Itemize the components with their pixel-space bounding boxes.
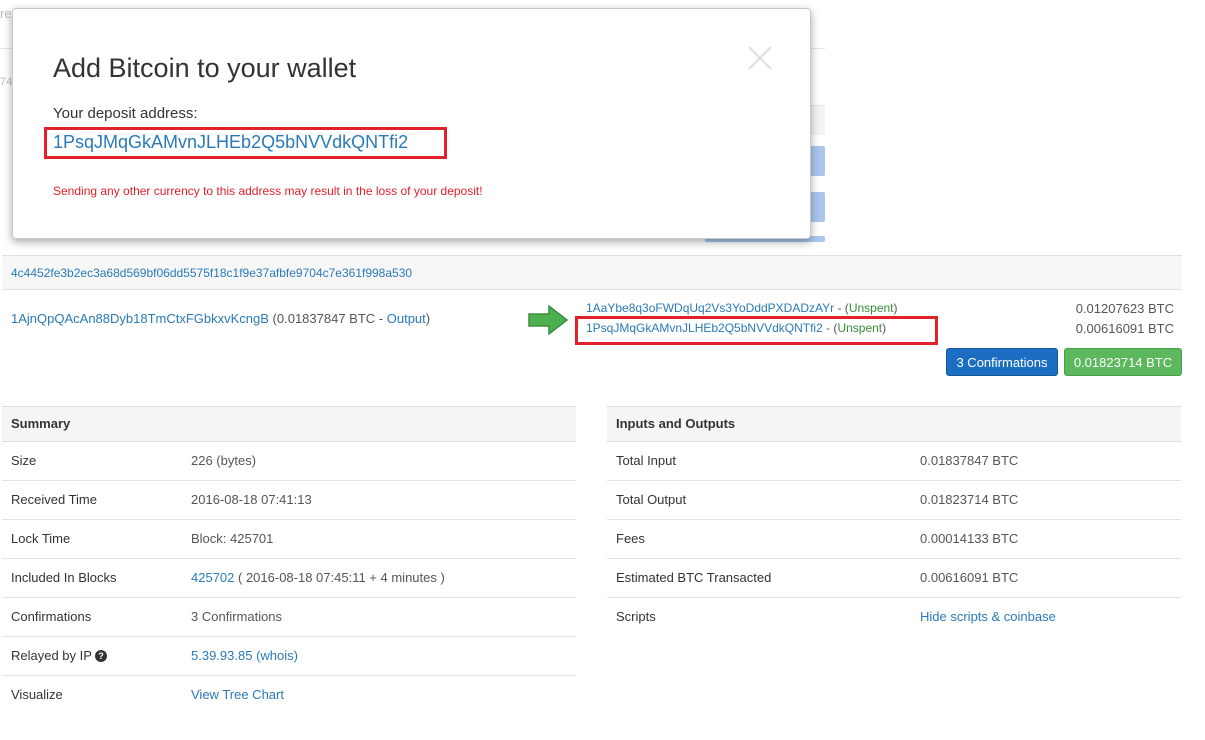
summary-row-lock-time: Lock Time Block: 425701 <box>2 520 576 559</box>
view-tree-chart-link[interactable]: View Tree Chart <box>191 687 284 702</box>
deposit-warning: Sending any other currency to this addre… <box>53 184 483 198</box>
arrow-right-icon <box>528 304 569 336</box>
summary-title: Summary <box>2 406 576 442</box>
summary-row-confirmations: Confirmations 3 Confirmations <box>2 598 576 637</box>
hide-scripts-link[interactable]: Hide scripts & coinbase <box>920 609 1056 624</box>
ip-link[interactable]: 5.39.93.85 <box>191 648 252 663</box>
row-key: Visualize <box>11 687 63 702</box>
output-highlight-box <box>575 316 938 345</box>
block-time: ( 2016-08-18 07:45:11 + 4 minutes ) <box>234 570 445 585</box>
transaction-header: 4c4452fe3b2ec3a68d569bf06dd5575f18c1f9e3… <box>2 255 1182 290</box>
row-key: Lock Time <box>11 531 71 546</box>
row-value: 0.01837847 BTC <box>920 453 1019 468</box>
row-value: Block: 425701 <box>191 531 274 546</box>
io-row-scripts: Scripts Hide scripts & coinbase <box>607 598 1181 637</box>
row-key: Scripts <box>616 609 656 624</box>
question-circle-icon[interactable]: ? <box>94 650 107 662</box>
input-address-link[interactable]: 1AjnQpQAcAn88Dyb18TmCtxFGbkxvKcngB <box>11 311 269 326</box>
output-separator-close: ) <box>893 301 898 315</box>
add-bitcoin-modal: Add Bitcoin to your wallet Your deposit … <box>12 8 811 239</box>
row-value: Hide scripts & coinbase <box>920 598 1056 636</box>
io-row-estimated-btc: Estimated BTC Transacted 0.00616091 BTC <box>607 559 1181 598</box>
io-title: Inputs and Outputs <box>607 406 1181 442</box>
summary-panel: Summary Size 226 (bytes) Received Time 2… <box>2 406 576 715</box>
input-output-link[interactable]: Output <box>387 311 426 326</box>
summary-row-size: Size 226 (bytes) <box>2 442 576 481</box>
transaction-input: 1AjnQpQAcAn88Dyb18TmCtxFGbkxvKcngB (0.01… <box>11 311 430 326</box>
row-key-label: Relayed by IP <box>11 648 92 663</box>
row-key: Estimated BTC Transacted <box>616 570 772 585</box>
row-value: 0.01823714 BTC <box>920 492 1019 507</box>
output-row: 1AaYbe8q3oFWDqUq2Vs3YoDddPXDADzAYr - (Un… <box>586 301 898 315</box>
summary-row-received-time: Received Time 2016-08-18 07:41:13 <box>2 481 576 520</box>
row-value: 0.00616091 BTC <box>920 570 1019 585</box>
whois-link[interactable]: (whois) <box>252 648 298 663</box>
output-address-link[interactable]: 1AaYbe8q3oFWDqUq2Vs3YoDddPXDADzAYr <box>586 301 834 315</box>
io-row-total-input: Total Input 0.01837847 BTC <box>607 442 1181 481</box>
row-value: View Tree Chart <box>191 676 284 714</box>
modal-title: Add Bitcoin to your wallet <box>53 53 357 83</box>
row-key: Fees <box>616 531 645 546</box>
transaction-hash-link[interactable]: 4c4452fe3b2ec3a68d569bf06dd5575f18c1f9e3… <box>11 266 412 280</box>
output-status: Unspent <box>848 301 894 315</box>
summary-row-visualize: Visualize View Tree Chart <box>2 676 576 715</box>
background-fragment: re <box>0 6 12 21</box>
deposit-address-label: Your deposit address: <box>53 105 198 122</box>
row-key: Relayed by IP? <box>11 637 107 675</box>
row-value: 3 Confirmations <box>191 609 283 624</box>
io-row-total-output: Total Output 0.01823714 BTC <box>607 481 1181 520</box>
input-amount-close: ) <box>425 311 431 326</box>
row-value: 5.39.93.85 (whois) <box>191 637 298 675</box>
confirmations-badge[interactable]: 3 Confirmations <box>946 348 1058 376</box>
row-value: 425702 ( 2016-08-18 07:45:11 + 4 minutes… <box>191 559 445 597</box>
row-value: 2016-08-18 07:41:13 <box>191 492 312 507</box>
block-link[interactable]: 425702 <box>191 570 234 585</box>
background-fragment: 74 <box>0 76 13 88</box>
close-icon[interactable] <box>747 45 773 71</box>
row-key: Size <box>11 453 37 468</box>
row-key: Total Output <box>616 492 687 507</box>
row-key: Included In Blocks <box>11 570 117 585</box>
inputs-outputs-panel: Inputs and Outputs Total Input 0.0183784… <box>607 406 1181 637</box>
io-row-fees: Fees 0.00014133 BTC <box>607 520 1181 559</box>
summary-row-included-in-blocks: Included In Blocks 425702 ( 2016-08-18 0… <box>2 559 576 598</box>
row-value: 226 (bytes) <box>191 453 257 468</box>
total-btc-badge[interactable]: 0.01823714 BTC <box>1064 348 1182 376</box>
output-amount: 0.01207623 BTC <box>1075 301 1174 316</box>
deposit-address-link[interactable]: 1PsqJMqGkAMvnJLHEb2Q5bNVVdkQNTfi2 <box>53 132 408 153</box>
input-amount: (0.01837847 BTC - <box>268 311 387 326</box>
output-amount: 0.00616091 BTC <box>1075 321 1174 336</box>
row-key: Total Input <box>616 453 676 468</box>
summary-row-relayed-by-ip: Relayed by IP? 5.39.93.85 (whois) <box>2 637 576 676</box>
row-key: Confirmations <box>11 609 92 624</box>
row-value: 0.00014133 BTC <box>920 531 1019 546</box>
row-key: Received Time <box>11 492 97 507</box>
output-separator: - ( <box>834 301 849 315</box>
